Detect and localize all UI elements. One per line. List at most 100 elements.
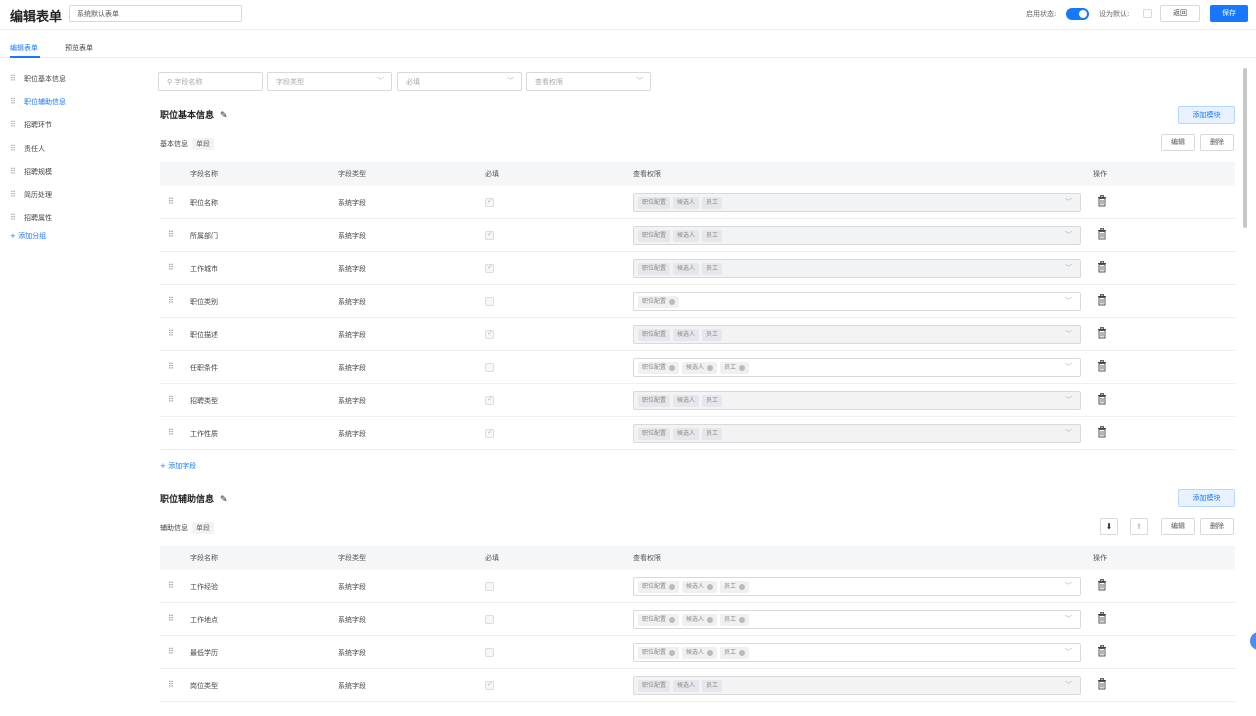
sidebar-item-scale[interactable]: ⠿ 招聘规模 (10, 167, 52, 181)
required-checkbox[interactable] (485, 329, 494, 339)
edit-pen-icon[interactable]: ✎ (220, 495, 228, 505)
required-checkbox[interactable] (485, 680, 494, 690)
permission-select[interactable]: 职位配置 候选人 员工 ﹀ (633, 259, 1081, 278)
sidebar-item-attributes[interactable]: ⠿ 招聘属性 (10, 213, 52, 227)
permission-select[interactable]: 职位配置 候选人 员工 ﹀ (633, 193, 1081, 212)
sidebar-item-owner[interactable]: ⠿ 责任人 (10, 144, 45, 158)
drag-handle-icon[interactable]: ⠿ (10, 144, 18, 153)
remove-tag-icon[interactable] (739, 649, 746, 656)
drag-handle-icon[interactable]: ⠿ (168, 395, 174, 404)
sidebar-item-auxiliary[interactable]: ⠿ 职位辅助信息 (10, 97, 66, 111)
delete-module-button[interactable]: 删除 (1200, 134, 1234, 151)
permission-select[interactable]: 职位配置 候选人 员工 ﹀ (633, 325, 1081, 344)
vertical-scrollbar[interactable] (1242, 62, 1248, 696)
required-checkbox[interactable] (485, 197, 494, 207)
add-module-button[interactable]: 添加模块 (1178, 106, 1235, 124)
add-module-button[interactable]: 添加模块 (1178, 489, 1235, 507)
drag-handle-icon[interactable]: ⠿ (10, 167, 18, 176)
required-checkbox[interactable] (485, 263, 494, 273)
remove-tag-icon[interactable] (669, 364, 676, 371)
drag-handle-icon[interactable]: ⠿ (168, 329, 174, 338)
required-checkbox[interactable] (485, 582, 494, 591)
remove-tag-icon[interactable] (707, 616, 714, 623)
drag-handle-icon[interactable]: ⠿ (168, 680, 174, 689)
drag-handle-icon[interactable]: ⠿ (168, 197, 174, 206)
permission-select[interactable]: 职位配置 候选人 员工 ﹀ (633, 676, 1081, 695)
required-checkbox[interactable] (485, 615, 494, 624)
trash-icon[interactable] (1097, 579, 1107, 591)
drag-handle-icon[interactable]: ⠿ (10, 120, 18, 129)
edit-pen-icon[interactable]: ✎ (220, 111, 228, 121)
permission-select[interactable]: 职位配置 候选人 员工 ﹀ (633, 577, 1081, 596)
required-checkbox[interactable] (485, 297, 494, 306)
sidebar-item-resume[interactable]: ⠿ 简历处理 (10, 190, 52, 204)
sidebar-item-basic[interactable]: ⠿ 职位基本信息 (10, 74, 66, 88)
edit-module-button[interactable]: 编辑 (1161, 518, 1195, 535)
trash-icon[interactable] (1097, 645, 1107, 657)
sidebar-item-stages[interactable]: ⠿ 招聘环节 (10, 120, 52, 134)
trash-icon[interactable] (1097, 228, 1107, 240)
back-button[interactable]: 返回 (1160, 5, 1200, 22)
trash-icon[interactable] (1097, 678, 1107, 690)
remove-tag-icon[interactable] (707, 364, 714, 371)
remove-tag-icon[interactable] (669, 616, 676, 623)
required-checkbox[interactable] (485, 428, 494, 438)
remove-tag-icon[interactable] (739, 583, 746, 590)
move-up-icon[interactable]: ⬆ (1130, 518, 1148, 535)
drag-handle-icon[interactable]: ⠿ (168, 263, 174, 272)
tab-edit-form[interactable]: 编辑表单 (10, 43, 38, 53)
required-checkbox[interactable] (485, 230, 494, 240)
drag-handle-icon[interactable]: ⠿ (10, 190, 18, 199)
remove-tag-icon[interactable] (669, 583, 676, 590)
scroll-thumb[interactable] (1243, 68, 1247, 228)
drag-handle-icon[interactable]: ⠿ (168, 614, 174, 623)
edit-module-button[interactable]: 编辑 (1161, 134, 1195, 151)
permission-select[interactable]: 职位配置 候选人 员工 ﹀ (633, 610, 1081, 629)
required-checkbox[interactable] (485, 648, 494, 657)
required-checkbox[interactable] (485, 363, 494, 372)
required-checkbox[interactable] (485, 395, 494, 405)
drag-handle-icon[interactable]: ⠿ (10, 74, 18, 83)
required-select[interactable]: 必填 ﹀ (397, 72, 522, 91)
trash-icon[interactable] (1097, 426, 1107, 438)
remove-tag-icon[interactable] (669, 649, 676, 656)
trash-icon[interactable] (1097, 195, 1107, 207)
permission-select[interactable]: 职位配置 候选人 员工 ﹀ (633, 226, 1081, 245)
field-name-search[interactable]: ⚲ 字段名称 (158, 72, 263, 91)
drag-handle-icon[interactable]: ⠿ (168, 428, 174, 437)
drag-handle-icon[interactable]: ⠿ (168, 362, 174, 371)
permission-select[interactable]: 职位配置 候选人 员工 ﹀ (633, 424, 1081, 443)
add-group-button[interactable]: + 添加分组 (10, 231, 46, 241)
remove-tag-icon[interactable] (707, 649, 714, 656)
remove-tag-icon[interactable] (739, 616, 746, 623)
remove-tag-icon[interactable] (669, 298, 676, 305)
remove-tag-icon[interactable] (739, 364, 746, 371)
tab-preview-form[interactable]: 预览表单 (65, 43, 93, 53)
permission-select[interactable]: 职位配置 候选人 员工 ﹀ (633, 643, 1081, 662)
trash-icon[interactable] (1097, 261, 1107, 273)
drag-handle-icon[interactable]: ⠿ (168, 296, 174, 305)
permission-select[interactable]: 职位配置 候选人 员工 ﹀ (633, 358, 1081, 377)
form-name-input[interactable]: 系统默认表单 (69, 5, 242, 22)
set-default-checkbox[interactable] (1143, 9, 1152, 18)
enable-toggle[interactable] (1066, 8, 1089, 20)
trash-icon[interactable] (1097, 612, 1107, 624)
add-field-button[interactable]: + 添加字段 (160, 461, 196, 471)
delete-module-button[interactable]: 删除 (1200, 518, 1234, 535)
move-down-icon[interactable]: ⬇ (1100, 518, 1118, 535)
save-button[interactable]: 保存 (1210, 5, 1248, 22)
trash-icon[interactable] (1097, 327, 1107, 339)
field-type-select[interactable]: 字段类型 ﹀ (267, 72, 392, 91)
trash-icon[interactable] (1097, 393, 1107, 405)
permission-select[interactable]: 查看权限 ﹀ (526, 72, 651, 91)
drag-handle-icon[interactable]: ⠿ (10, 97, 18, 106)
drag-handle-icon[interactable]: ⠿ (168, 581, 174, 590)
floating-help-button[interactable] (1250, 632, 1256, 650)
trash-icon[interactable] (1097, 294, 1107, 306)
drag-handle-icon[interactable]: ⠿ (168, 647, 174, 656)
permission-select[interactable]: 职位配置 候选人 员工 ﹀ (633, 391, 1081, 410)
trash-icon[interactable] (1097, 360, 1107, 372)
permission-select[interactable]: 职位配置 ﹀ (633, 292, 1081, 311)
remove-tag-icon[interactable] (707, 583, 714, 590)
drag-handle-icon[interactable]: ⠿ (10, 213, 18, 222)
